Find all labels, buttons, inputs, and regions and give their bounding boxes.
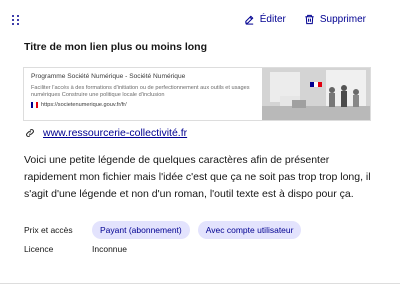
preview-site-name: Programme Société Numérique - Société Nu…	[31, 73, 186, 80]
link-preview-card[interactable]: Programme Société Numérique - Société Nu…	[23, 67, 371, 121]
licence-label: Licence	[24, 244, 54, 254]
tag-paid: Payant (abonnement)	[92, 221, 190, 239]
drag-handle-icon[interactable]	[12, 15, 20, 26]
tag-user-account: Avec compte utilisateur	[197, 221, 302, 239]
french-flag-icon	[31, 102, 38, 108]
licence-row: Licence Inconnue	[24, 244, 127, 254]
block-actions: Éditer Supprimer	[244, 14, 366, 25]
preview-text: Programme Société Numérique - Société Nu…	[24, 68, 262, 120]
link-row: www.ressourcerie-collectivité.fr	[25, 127, 187, 139]
link-legend: Voici une petite légende de quelques car…	[24, 154, 371, 200]
preview-url: https://societenumerique.gouv.fr/fr/	[41, 102, 127, 108]
trash-icon	[305, 14, 314, 25]
pencil-icon	[245, 15, 254, 25]
edit-label: Éditer	[259, 14, 286, 25]
edit-button[interactable]: Éditer	[244, 14, 286, 25]
preview-description: Faciliter l'accès à des formations d'ini…	[31, 85, 250, 98]
link-title: Titre de mon lien plus ou moins long	[24, 41, 207, 53]
delete-button[interactable]: Supprimer	[304, 14, 366, 25]
preview-image	[262, 68, 370, 120]
preview-url-row: https://societenumerique.gouv.fr/fr/	[31, 102, 255, 108]
resource-link[interactable]: www.ressourcerie-collectivité.fr	[43, 127, 187, 139]
licence-value: Inconnue	[92, 244, 127, 254]
preview-illustration	[262, 68, 370, 120]
delete-label: Supprimer	[319, 14, 366, 25]
divider	[0, 283, 400, 284]
link-icon	[26, 129, 34, 137]
price-access-row: Prix et accès Payant (abonnement) Avec c…	[24, 221, 309, 239]
price-access-label: Prix et accès	[24, 225, 73, 235]
